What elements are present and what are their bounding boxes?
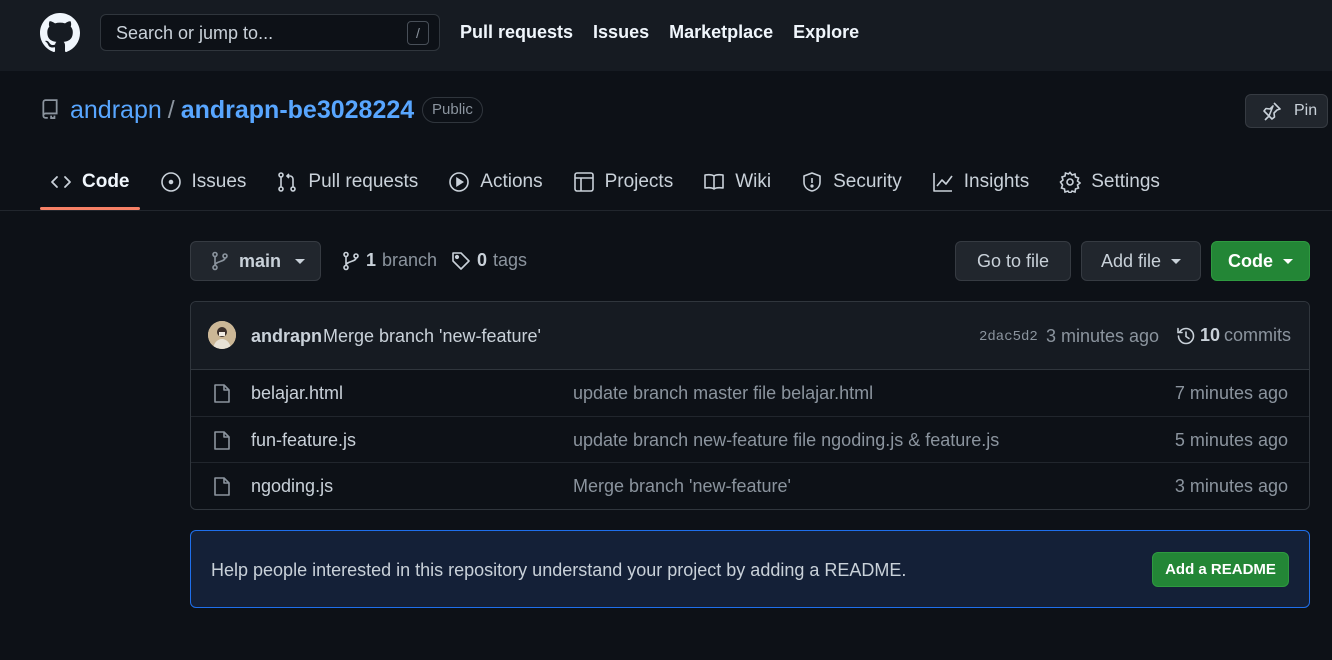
tab-label: Actions [480, 171, 543, 192]
code-icon [50, 171, 72, 193]
tab-pull-requests[interactable]: Pull requests [266, 163, 428, 201]
file-icon [213, 476, 231, 497]
global-nav: Pull requests Issues Marketplace Explore [460, 22, 859, 43]
file-name-link[interactable]: belajar.html [251, 383, 343, 404]
commit-time: 3 minutes ago [1046, 326, 1160, 346]
visibility-badge: Public [422, 97, 483, 123]
github-mark-icon[interactable] [40, 13, 80, 53]
search-input[interactable]: Search or jump to... / [100, 14, 440, 51]
repo-icon [41, 99, 59, 119]
file-name-link[interactable]: ngoding.js [251, 476, 333, 497]
table-icon [573, 171, 595, 193]
commit-count: 10 [1200, 325, 1221, 345]
commit-author-link[interactable]: andrapn [251, 326, 322, 347]
gear-icon [1059, 171, 1082, 193]
repo-tabs: Code Issues Pull requests Actions Projec… [40, 163, 1180, 211]
code-button-label: Code [1228, 250, 1273, 271]
tab-label: Projects [604, 171, 674, 192]
nav-marketplace[interactable]: Marketplace [669, 22, 773, 43]
tab-label: Wiki [735, 171, 772, 192]
tab-wiki[interactable]: Wiki [693, 163, 781, 201]
file-name-link[interactable]: fun-feature.js [251, 430, 356, 451]
tags-link[interactable]: 0 tags [451, 250, 527, 271]
tab-settings[interactable]: Settings [1049, 163, 1170, 201]
readme-prompt-banner: Help people interested in this repositor… [190, 530, 1310, 608]
shield-icon [801, 171, 823, 193]
chevron-down-icon [295, 258, 306, 264]
tag-count-label: tags [493, 250, 528, 270]
file-commit-time: 7 minutes ago [1174, 383, 1288, 403]
file-commit-message-link[interactable]: update branch master file belajar.html [573, 383, 873, 404]
pin-label: Pin [1294, 102, 1318, 119]
tab-label: Settings [1091, 171, 1160, 192]
git-pull-request-icon [276, 171, 298, 193]
branch-count-label: branch [382, 250, 438, 270]
commits-link[interactable]: 10 commits [1176, 325, 1291, 346]
branch-count: 1 [366, 250, 377, 270]
chevron-down-icon [1283, 258, 1293, 264]
commit-sha-link[interactable]: 2dac5d2 [979, 329, 1038, 345]
commit-count-label: commits [1224, 325, 1292, 345]
tab-insights[interactable]: Insights [922, 163, 1039, 201]
chevron-down-icon [1171, 258, 1182, 264]
tab-label: Code [82, 171, 130, 192]
readme-prompt-text: Help people interested in this repositor… [211, 560, 907, 580]
play-icon [448, 171, 470, 193]
tab-label: Insights [963, 171, 1030, 192]
tab-security[interactable]: Security [791, 163, 912, 201]
file-commit-time: 3 minutes ago [1174, 476, 1288, 496]
file-icon [213, 383, 231, 404]
pin-icon [1262, 101, 1282, 121]
git-branch-icon [211, 251, 229, 271]
go-to-file-button[interactable]: Go to file [955, 241, 1071, 281]
repo-name-link[interactable]: andrapn-be3028224 [181, 96, 414, 125]
tab-code[interactable]: Code [40, 163, 140, 210]
nav-issues[interactable]: Issues [593, 22, 649, 43]
file-icon [213, 430, 231, 451]
tabs-divider [0, 210, 1332, 211]
repo-path-separator: / [167, 96, 175, 124]
tab-issues[interactable]: Issues [150, 163, 257, 201]
tab-actions[interactable]: Actions [438, 163, 552, 201]
tab-label: Pull requests [308, 171, 419, 192]
pin-button[interactable]: Pin [1245, 94, 1328, 128]
repo-title: andrapn / andrapn-be3028224 [70, 96, 414, 125]
nav-pull-requests[interactable]: Pull requests [460, 22, 573, 43]
commit-message-link[interactable]: Merge branch 'new-feature' [323, 326, 541, 347]
branch-select-button[interactable]: main [190, 241, 321, 281]
file-row[interactable]: belajar.html update branch master file b… [191, 370, 1309, 416]
file-commit-message-link[interactable]: Merge branch 'new-feature' [573, 476, 791, 497]
file-row[interactable]: ngoding.js Merge branch 'new-feature' 3 … [191, 462, 1309, 508]
tag-count: 0 [477, 250, 488, 270]
file-commit-time: 5 minutes ago [1174, 430, 1288, 450]
issue-opened-icon [160, 171, 182, 193]
tab-label: Issues [191, 171, 247, 192]
nav-explore[interactable]: Explore [793, 22, 859, 43]
code-button[interactable]: Code [1211, 241, 1310, 281]
tag-icon [451, 251, 471, 271]
tab-label: Security [833, 171, 902, 192]
branches-link[interactable]: 1 branch [342, 250, 437, 271]
search-placeholder: Search or jump to... [116, 23, 274, 43]
tab-projects[interactable]: Projects [563, 163, 684, 201]
add-readme-button[interactable]: Add a README [1152, 552, 1289, 587]
search-shortcut-key: / [407, 21, 429, 45]
book-icon [703, 171, 725, 193]
latest-commit-bar: andrapn Merge branch 'new-feature' 2dac5… [191, 302, 1309, 370]
file-list: andrapn Merge branch 'new-feature' 2dac5… [190, 301, 1310, 510]
git-branch-icon [342, 251, 360, 271]
branch-name: main [239, 250, 282, 271]
add-file-button[interactable]: Add file [1081, 241, 1201, 281]
file-commit-message-link[interactable]: update branch new-feature file ngoding.j… [573, 430, 999, 451]
repo-owner-link[interactable]: andrapn [70, 96, 162, 125]
add-file-label: Add file [1100, 250, 1162, 271]
history-icon [1176, 326, 1196, 346]
avatar[interactable] [208, 321, 236, 349]
global-header: Search or jump to... / Pull requests Iss… [0, 0, 1332, 71]
graph-icon [932, 171, 954, 193]
file-row[interactable]: fun-feature.js update branch new-feature… [191, 416, 1309, 462]
